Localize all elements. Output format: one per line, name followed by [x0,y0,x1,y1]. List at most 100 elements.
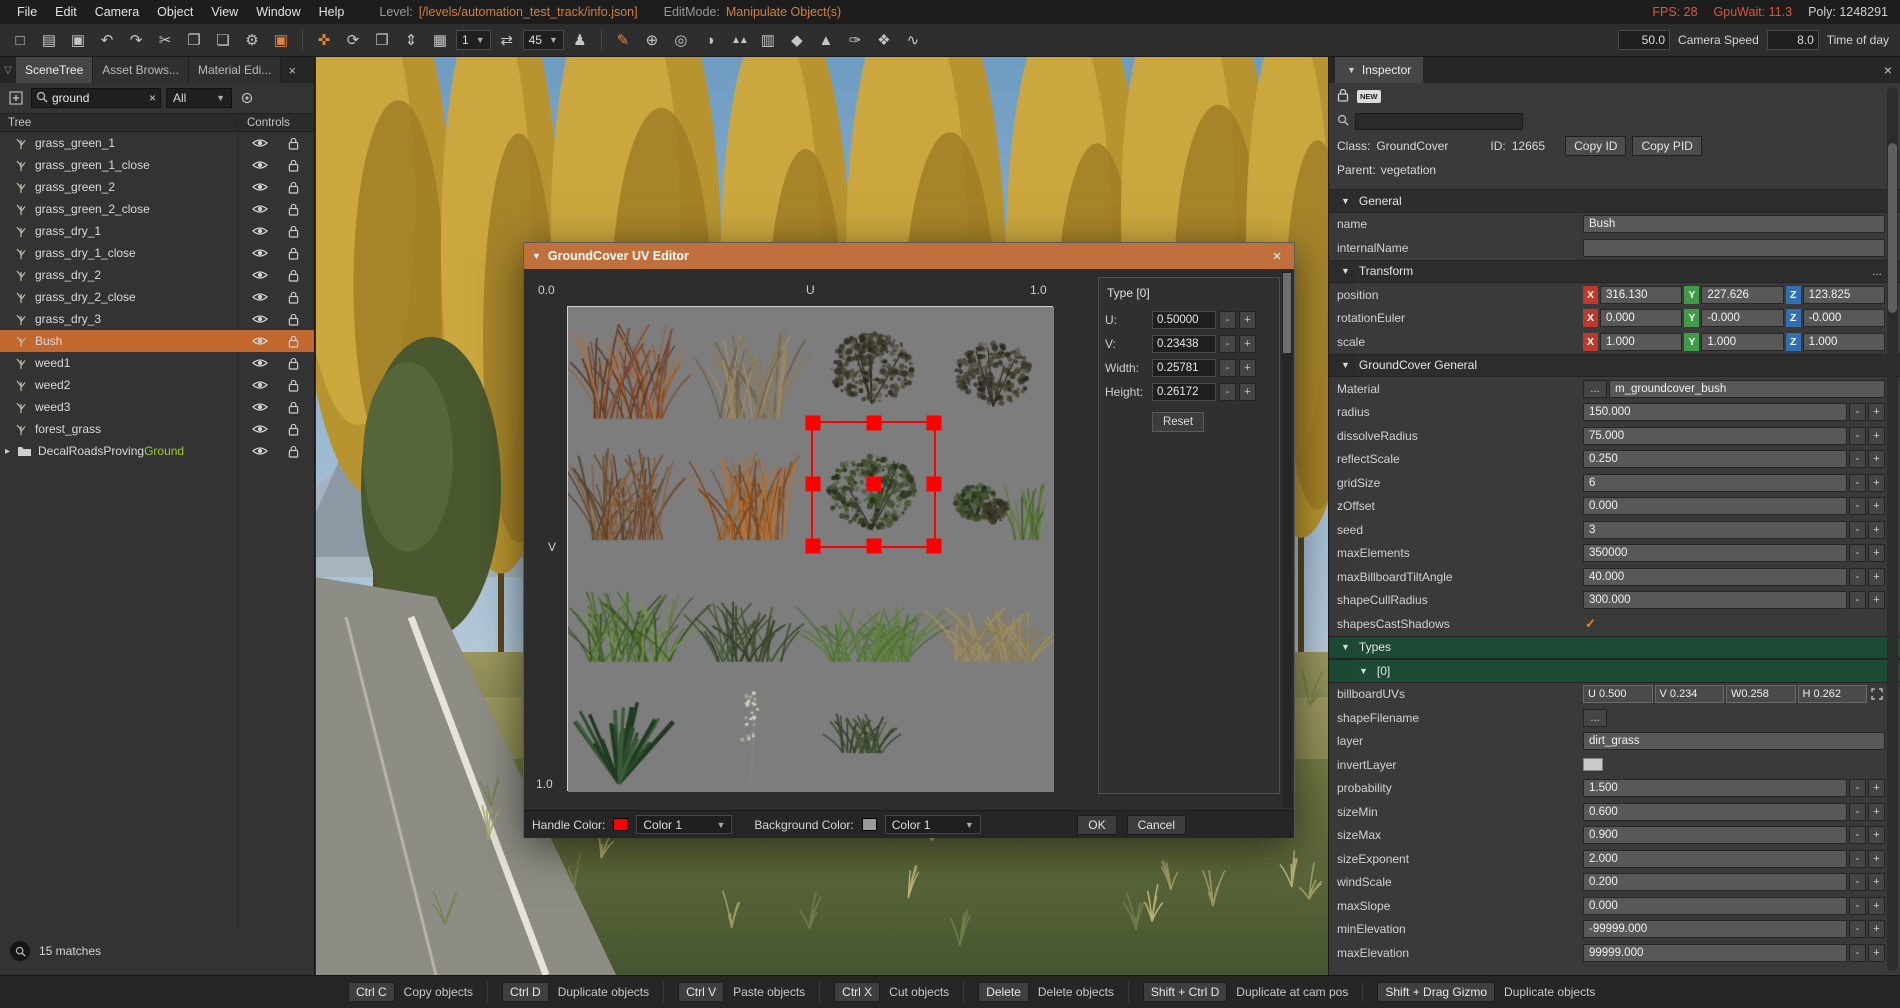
decrement-button[interactable]: - [1849,826,1866,844]
sizeexponent-input[interactable]: 2.000 [1583,850,1847,868]
visibility-eye-icon[interactable] [252,357,268,369]
scrollbar-thumb[interactable] [1283,273,1291,353]
windscale-input[interactable]: 0.200 [1583,873,1847,891]
name-input[interactable]: Bush [1583,215,1885,233]
close-icon[interactable]: × [1884,57,1892,83]
material-input[interactable]: m_groundcover_bush [1609,380,1885,398]
decrement-button[interactable]: - [1849,521,1866,539]
tree-item-grass-dry-1-close[interactable]: grass_dry_1_close [0,242,314,264]
seed-input[interactable]: 3 [1583,521,1847,539]
lock-icon[interactable] [288,269,299,282]
tree-item-decalroadsprovingground[interactable]: ▸DecalRoadsProvingGround [0,440,314,462]
lock-icon[interactable] [1337,88,1349,105]
dialog-collapse-icon[interactable]: ▼ [532,251,541,261]
menu-edit[interactable]: Edit [46,3,86,21]
tree-item-bush[interactable]: Bush [0,330,314,352]
add-object-icon[interactable]: ⊕ [639,27,665,53]
collapse-triangle-icon[interactable]: ▼ [1341,360,1350,370]
maxelevation-input[interactable]: 99999.000 [1583,944,1847,962]
decrement-button[interactable]: - [1219,383,1236,401]
maxelements-input[interactable]: 350000 [1583,544,1847,562]
inspector-search-input[interactable] [1355,113,1523,130]
scale-y-input[interactable]: 1.000 [1701,333,1783,351]
terrain-tool-icon[interactable]: ▲ [813,27,839,53]
decrement-button[interactable]: - [1849,591,1866,609]
menu-window[interactable]: Window [247,3,309,21]
increment-button[interactable]: + [1868,850,1885,868]
uv-selection-handle[interactable] [866,477,881,492]
sizemin-input[interactable]: 0.600 [1583,803,1847,821]
dialog-scrollbar[interactable] [1282,271,1292,808]
undo-icon[interactable]: ↶ [94,27,120,53]
new-file-icon[interactable]: □ [7,27,33,53]
decrement-button[interactable]: - [1849,944,1866,962]
decrement-button[interactable]: - [1849,850,1866,868]
collapse-triangle-icon[interactable]: ▼ [1341,196,1350,206]
decrement-button[interactable]: - [1849,427,1866,445]
search-input[interactable] [52,91,145,105]
lock-icon[interactable] [288,159,299,172]
gridsize-input[interactable]: 6 [1583,474,1847,492]
close-icon[interactable]: × [281,57,303,83]
shapecullradius-input[interactable]: 300.000 [1583,591,1847,609]
tree-item-grass-dry-1[interactable]: grass_dry_1 [0,220,314,242]
tree-item-grass-dry-3[interactable]: grass_dry_3 [0,308,314,330]
decrement-button[interactable]: - [1219,359,1236,377]
menu-file[interactable]: File [8,3,46,21]
add-object-icon[interactable] [6,88,26,108]
rotationeuler-x-input[interactable]: 0.000 [1600,309,1682,327]
menu-camera[interactable]: Camera [86,3,148,21]
section-options-button[interactable]: ... [1872,264,1882,278]
copy-icon[interactable]: ❐ [181,27,207,53]
visibility-eye-icon[interactable] [252,159,268,171]
search-box[interactable]: × [31,88,161,108]
sizemax-input[interactable]: 0.900 [1583,826,1847,844]
scale-x-input[interactable]: 1.000 [1600,333,1682,351]
tab-inspector[interactable]: ▼ Inspector [1335,57,1423,83]
material-browse-button[interactable]: ... [1583,380,1607,398]
uv-selection-handle[interactable] [866,538,881,553]
increment-button[interactable]: + [1868,897,1885,915]
uv-selection-handle[interactable] [806,477,821,492]
internalname-input[interactable] [1583,239,1885,257]
dissolveradius-input[interactable]: 75.000 [1583,427,1847,445]
lock-icon[interactable] [288,247,299,260]
editmode-value[interactable]: Manipulate Object(s) [726,5,841,19]
lock-icon[interactable] [288,181,299,194]
increment-button[interactable]: + [1868,591,1885,609]
open-folder-icon[interactable]: ▤ [36,27,62,53]
minelevation-input[interactable]: -99999.000 [1583,920,1847,938]
increment-button[interactable]: + [1868,568,1885,586]
clear-search-icon[interactable]: × [149,91,156,105]
decrement-button[interactable]: - [1849,873,1866,891]
cut-icon[interactable]: ✂ [152,27,178,53]
lock-icon[interactable] [288,225,299,238]
lock-icon[interactable] [288,445,299,458]
density-tool-icon[interactable]: ◑ [697,27,723,53]
background-color-dropdown[interactable]: Color 1 ▼ [885,815,981,834]
settings-gear-icon[interactable]: ⚙ [239,27,265,53]
copy-pid-button[interactable]: Copy PID [1632,136,1701,156]
uv-selection-handle[interactable] [866,415,881,430]
billboarduvs-u[interactable]: U 0.500 [1583,685,1653,703]
visibility-eye-icon[interactable] [252,181,268,193]
lock-icon[interactable] [288,203,299,216]
visibility-eye-icon[interactable] [252,401,268,413]
visibility-eye-icon[interactable] [252,313,268,325]
visibility-eye-icon[interactable] [252,269,268,281]
increment-button[interactable]: + [1868,497,1885,515]
lock-icon[interactable] [288,313,299,326]
maxbillboardtiltangle-input[interactable]: 40.000 [1583,568,1847,586]
close-icon[interactable]: × [1268,248,1286,265]
snap-size-dropdown[interactable]: 1▼ [456,30,491,50]
lock-icon[interactable] [288,423,299,436]
transform-space-toggle-icon[interactable]: ⇄ [494,27,520,53]
increment-button[interactable]: + [1868,474,1885,492]
section-types[interactable]: ▼Types [1329,636,1900,660]
tab-asset-brows[interactable]: Asset Brows... [93,57,189,83]
scale-gizmo-icon[interactable]: ❒ [369,27,395,53]
decrement-button[interactable]: - [1849,497,1866,515]
paste-icon[interactable]: ❏ [210,27,236,53]
decrement-button[interactable]: - [1219,335,1236,353]
tree-item-grass-green-2-close[interactable]: grass_green_2_close [0,198,314,220]
